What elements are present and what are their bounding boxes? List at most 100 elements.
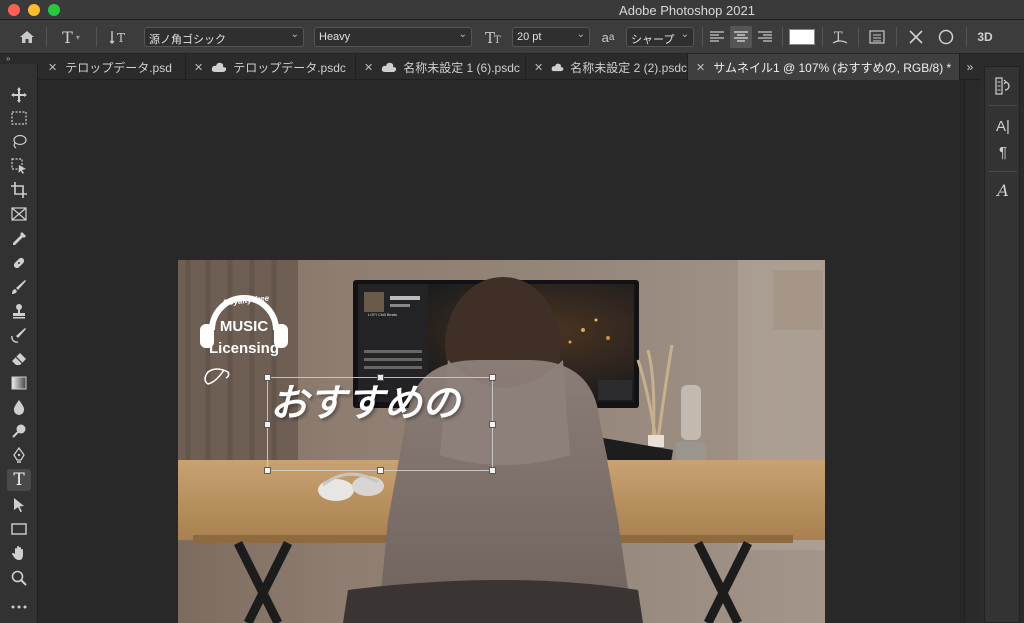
transform-handle[interactable] xyxy=(489,467,496,474)
aa-label: a xyxy=(601,29,609,45)
screen-title: LOFI Chill Beats xyxy=(368,312,397,317)
text-color-swatch[interactable] xyxy=(789,29,815,45)
font-size-icon: TT xyxy=(482,20,506,54)
glyphs-panel-icon[interactable]: A xyxy=(985,179,1021,201)
threed-label: 3D xyxy=(977,30,993,44)
align-left-button[interactable] xyxy=(706,20,728,54)
tab-document-1[interactable]: ✕ テロップデータ.psd xyxy=(40,54,186,80)
vertical-scrollbar[interactable] xyxy=(964,81,980,623)
commit-edits-icon[interactable] xyxy=(934,20,958,54)
cloud-icon xyxy=(551,63,564,71)
align-right-icon xyxy=(758,31,772,42)
align-right-button[interactable] xyxy=(754,20,776,54)
cancel-edits-icon[interactable] xyxy=(904,20,928,54)
brush-tool-icon[interactable] xyxy=(7,276,31,298)
font-size-value: 20 pt xyxy=(517,31,542,43)
chevron-down-icon: ⌄ xyxy=(458,29,467,40)
font-family-value: 源ノ角ゴシック xyxy=(149,34,226,46)
close-tab-icon[interactable]: ✕ xyxy=(534,61,543,74)
tab-document-active[interactable]: ✕ サムネイル1 @ 107% (おすすめの, RGB/8) * xyxy=(688,54,960,80)
gradient-tool-icon[interactable] xyxy=(7,372,31,394)
document-canvas[interactable]: LOFI Chill Beats Royalty-free MUSIC Lice… xyxy=(178,260,825,623)
tab-document-4[interactable]: ✕ 名称未設定 2 (2).psdc xyxy=(526,54,688,80)
character-panel-toggle-icon[interactable] xyxy=(864,20,890,54)
marquee-tool-icon[interactable] xyxy=(7,107,31,129)
chevron-down-icon: ⌄ xyxy=(680,29,689,40)
blur-tool-icon[interactable] xyxy=(7,396,31,418)
font-style-select[interactable]: Heavy ⌄ xyxy=(314,27,472,47)
svg-text:T: T xyxy=(494,35,501,45)
move-tool-icon[interactable] xyxy=(7,84,31,106)
warp-text-icon[interactable]: T xyxy=(828,20,852,54)
pen-tool-icon[interactable] xyxy=(7,444,31,466)
photoshop-window: Adobe Photoshop 2021 T ▾ T 源ノ角ゴシック ⌄ Heav… xyxy=(0,0,1024,623)
toggle-orientation-icon[interactable]: T xyxy=(104,20,134,54)
align-center-button[interactable] xyxy=(730,26,752,48)
tab-document-3[interactable]: ✕ 名称未設定 1 (6).psdc xyxy=(356,54,526,80)
character-panel-label: A| xyxy=(996,117,1010,135)
transform-handle[interactable] xyxy=(489,421,496,428)
align-center-icon xyxy=(734,31,748,42)
lasso-tool-icon[interactable] xyxy=(7,131,31,153)
document-tabs: ✕ テロップデータ.psd ✕ テロップデータ.psdc ✕ 名称未設定 1 (… xyxy=(0,54,1024,80)
frame-tool-icon[interactable] xyxy=(7,203,31,225)
transform-handle[interactable] xyxy=(489,374,496,381)
threed-button[interactable]: 3D xyxy=(972,20,998,54)
tab-label: サムネイル1 @ 107% (おすすめの, RGB/8) * xyxy=(713,60,952,75)
close-tab-icon[interactable]: ✕ xyxy=(364,61,373,74)
transform-handle[interactable] xyxy=(377,467,384,474)
history-panel-icon[interactable] xyxy=(985,75,1021,97)
tools-panel: T xyxy=(0,64,38,623)
chevron-down-icon: ⌄ xyxy=(290,29,299,40)
close-tab-icon[interactable]: ✕ xyxy=(696,61,705,74)
path-selection-tool-icon[interactable] xyxy=(7,494,31,516)
eraser-tool-icon[interactable] xyxy=(7,348,31,370)
app-title: Adobe Photoshop 2021 xyxy=(619,3,755,18)
font-style-value: Heavy xyxy=(319,31,351,43)
dodge-tool-icon[interactable] xyxy=(7,420,31,442)
paragraph-panel-label: ¶ xyxy=(998,143,1008,161)
options-bar: T ▾ T 源ノ角ゴシック ⌄ Heavy ⌄ TT 20 pt ⌄ aa シャー… xyxy=(0,20,1024,54)
crop-tool-icon[interactable] xyxy=(7,179,31,201)
align-left-icon xyxy=(710,31,724,42)
font-size-select[interactable]: 20 pt ⌄ xyxy=(512,27,590,47)
tab-document-2[interactable]: ✕ テロップデータ.psdc xyxy=(186,54,356,80)
glyphs-panel-label: A xyxy=(997,180,1009,200)
anti-alias-value: シャープ xyxy=(631,34,675,46)
home-icon[interactable] xyxy=(14,20,40,54)
toolbar-collapse-toggle[interactable]: » xyxy=(0,54,38,64)
transform-bounding-box[interactable] xyxy=(264,374,496,474)
tabs-overflow-button[interactable]: » xyxy=(962,54,978,80)
clone-stamp-tool-icon[interactable] xyxy=(7,300,31,322)
tab-label: テロップデータ.psdc xyxy=(233,60,346,75)
tab-label: 名称未設定 1 (6).psdc xyxy=(403,60,520,75)
cloud-icon xyxy=(382,62,397,72)
eyedropper-tool-icon[interactable] xyxy=(7,228,31,250)
font-family-select[interactable]: 源ノ角ゴシック ⌄ xyxy=(144,27,304,47)
history-brush-tool-icon[interactable] xyxy=(7,324,31,346)
anti-alias-select[interactable]: シャープ ⌄ xyxy=(626,27,694,47)
chevron-down-icon: ⌄ xyxy=(576,29,585,40)
transform-handle[interactable] xyxy=(264,421,271,428)
object-selection-tool-icon[interactable] xyxy=(7,155,31,177)
hand-tool-icon[interactable] xyxy=(7,542,31,564)
tab-label: 名称未設定 2 (2).psdc xyxy=(570,60,687,75)
transform-handle[interactable] xyxy=(264,374,271,381)
paragraph-panel-icon[interactable]: ¶ xyxy=(985,141,1021,163)
anti-alias-icon: aa xyxy=(596,20,620,54)
type-tool-preset-icon[interactable]: T ▾ xyxy=(54,20,88,54)
zoom-tool-icon[interactable] xyxy=(7,567,31,589)
healing-brush-tool-icon[interactable] xyxy=(7,252,31,274)
rectangle-tool-icon[interactable] xyxy=(7,518,31,540)
close-tab-icon[interactable]: ✕ xyxy=(194,61,203,74)
close-tab-icon[interactable]: ✕ xyxy=(48,61,57,74)
svg-text:T: T xyxy=(117,31,125,45)
character-panel-icon[interactable]: A| xyxy=(985,115,1021,137)
cloud-icon xyxy=(212,62,227,72)
more-tools-icon[interactable] xyxy=(7,596,31,618)
transform-handle[interactable] xyxy=(264,467,271,474)
transform-handle[interactable] xyxy=(377,374,384,381)
type-tool-icon[interactable]: T xyxy=(7,469,31,491)
svg-text:T: T xyxy=(834,30,843,45)
tab-label: テロップデータ.psd xyxy=(65,60,172,75)
